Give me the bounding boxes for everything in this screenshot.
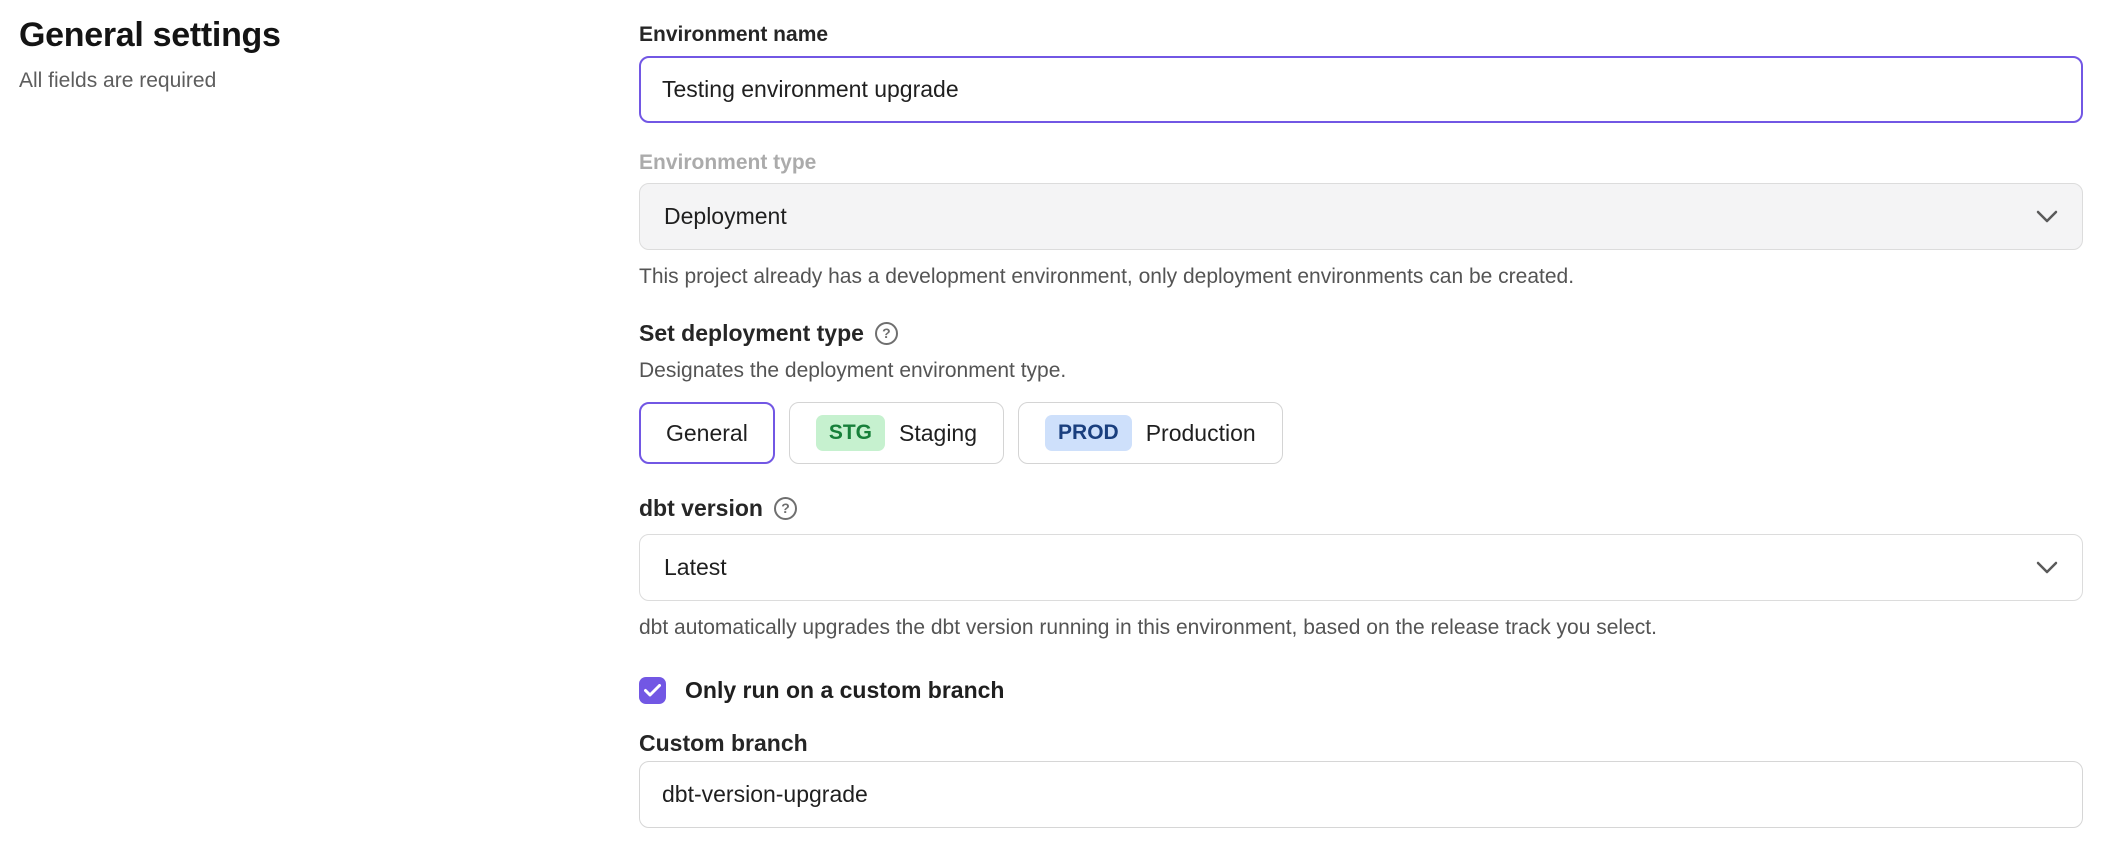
staging-badge: STG [816, 415, 885, 450]
page-header: General settings All fields are required [19, 16, 579, 93]
deployment-option-staging[interactable]: STG Staging [789, 402, 1004, 464]
dbt-version-value: Latest [664, 554, 727, 581]
chevron-down-icon [2036, 210, 2058, 223]
deployment-option-general-label: General [666, 420, 748, 447]
dbt-version-help: dbt automatically upgrades the dbt versi… [639, 615, 2083, 641]
environment-type-help: This project already has a development e… [639, 264, 2083, 290]
help-icon[interactable]: ? [774, 497, 797, 520]
custom-branch-checkbox-label[interactable]: Only run on a custom branch [685, 677, 1004, 704]
custom-branch-checkbox[interactable] [639, 677, 666, 704]
deployment-option-production[interactable]: PROD Production [1018, 402, 1283, 464]
dbt-version-label: dbt version [639, 495, 763, 521]
environment-type-select[interactable]: Deployment [639, 183, 2083, 250]
checkmark-icon [644, 684, 661, 697]
deployment-option-general[interactable]: General [639, 402, 775, 464]
environment-name-label: Environment name [639, 22, 2083, 48]
deployment-type-description: Designates the deployment environment ty… [639, 358, 2083, 384]
page-subtitle: All fields are required [19, 69, 579, 93]
environment-type-value: Deployment [664, 203, 787, 230]
deployment-type-options: General STG Staging PROD Production [639, 402, 2083, 464]
environment-name-input[interactable] [639, 56, 2083, 123]
production-badge: PROD [1045, 415, 1132, 450]
deployment-type-label: Set deployment type [639, 320, 864, 346]
dbt-version-select[interactable]: Latest [639, 534, 2083, 601]
chevron-down-icon [2036, 561, 2058, 574]
deployment-option-production-label: Production [1146, 420, 1256, 447]
deployment-option-staging-label: Staging [899, 420, 977, 447]
custom-branch-input[interactable] [639, 761, 2083, 828]
environment-type-label: Environment type [639, 150, 2083, 176]
page-title: General settings [19, 16, 579, 55]
general-settings-form: Environment name Environment type Deploy… [639, 14, 2083, 828]
help-icon[interactable]: ? [875, 322, 898, 345]
custom-branch-label: Custom branch [639, 730, 2083, 756]
